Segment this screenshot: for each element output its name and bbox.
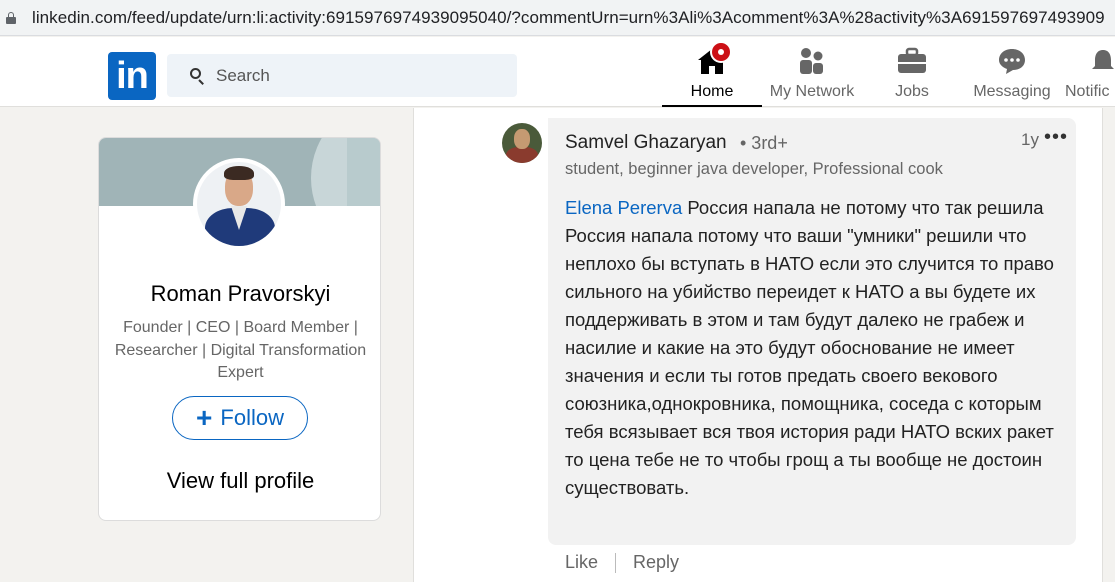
- plus-icon: +: [196, 402, 213, 433]
- search-icon: [190, 67, 206, 85]
- nav-messaging-label: Messaging: [973, 83, 1051, 100]
- nav-notifications[interactable]: Notific: [1058, 37, 1115, 107]
- nav-jobs[interactable]: Jobs: [862, 37, 962, 107]
- profile-headline: Founder | CEO | Board Member | Researche…: [114, 319, 367, 381]
- connection-degree: • 3rd+: [740, 133, 788, 153]
- nav-home-label: Home: [690, 83, 734, 100]
- comment-author-headline: student, beginner java developer, Profes…: [565, 160, 943, 178]
- profile-card: Roman Pravorskyi Founder | CEO | Board M…: [98, 137, 381, 521]
- comment-body: Россия напала не потому что так решила Р…: [565, 197, 1054, 498]
- nav-jobs-label: Jobs: [895, 83, 929, 100]
- comment-text: Elena Pererva Россия напала не потому чт…: [565, 194, 1065, 502]
- messaging-icon: [997, 47, 1027, 80]
- reply-button[interactable]: Reply: [633, 552, 679, 573]
- more-options-icon[interactable]: •••: [1044, 126, 1068, 149]
- comment-actions: Like Reply: [565, 552, 679, 573]
- follow-label: Follow: [220, 405, 284, 430]
- comment-timestamp: 1y: [1021, 130, 1039, 149]
- nav-my-network-label: My Network: [769, 83, 855, 100]
- nav-home[interactable]: Home: [662, 37, 762, 107]
- browser-address-bar[interactable]: linkedin.com/feed/update/urn:li:activity…: [0, 0, 1115, 36]
- nav-notifications-label: Notific: [1065, 83, 1110, 100]
- url-text[interactable]: linkedin.com/feed/update/urn:li:activity…: [32, 8, 1105, 28]
- lock-icon: [6, 12, 16, 24]
- like-button[interactable]: Like: [565, 552, 598, 573]
- top-navigation-bar: in Home My Network Jo: [0, 37, 1115, 107]
- profile-name[interactable]: Roman Pravorskyi: [99, 281, 380, 307]
- bell-icon: [1088, 47, 1115, 80]
- nav-messaging[interactable]: Messaging: [962, 37, 1062, 107]
- view-full-profile-link[interactable]: View full profile: [99, 468, 380, 494]
- home-icon: [696, 41, 732, 80]
- mention-link[interactable]: Elena Pererva: [565, 197, 682, 218]
- people-icon: [797, 47, 827, 80]
- nav-my-network[interactable]: My Network: [762, 37, 862, 107]
- search-input[interactable]: [216, 65, 496, 86]
- comment-author-name[interactable]: Samvel Ghazaryan: [565, 132, 727, 154]
- profile-avatar[interactable]: [193, 158, 285, 250]
- notification-badge: [710, 41, 732, 63]
- action-divider: [615, 552, 617, 573]
- commenter-avatar[interactable]: [502, 123, 542, 163]
- follow-button[interactable]: + Follow: [172, 396, 308, 440]
- search-box[interactable]: [167, 54, 517, 97]
- briefcase-icon: [897, 47, 927, 80]
- linkedin-logo[interactable]: in: [108, 52, 156, 100]
